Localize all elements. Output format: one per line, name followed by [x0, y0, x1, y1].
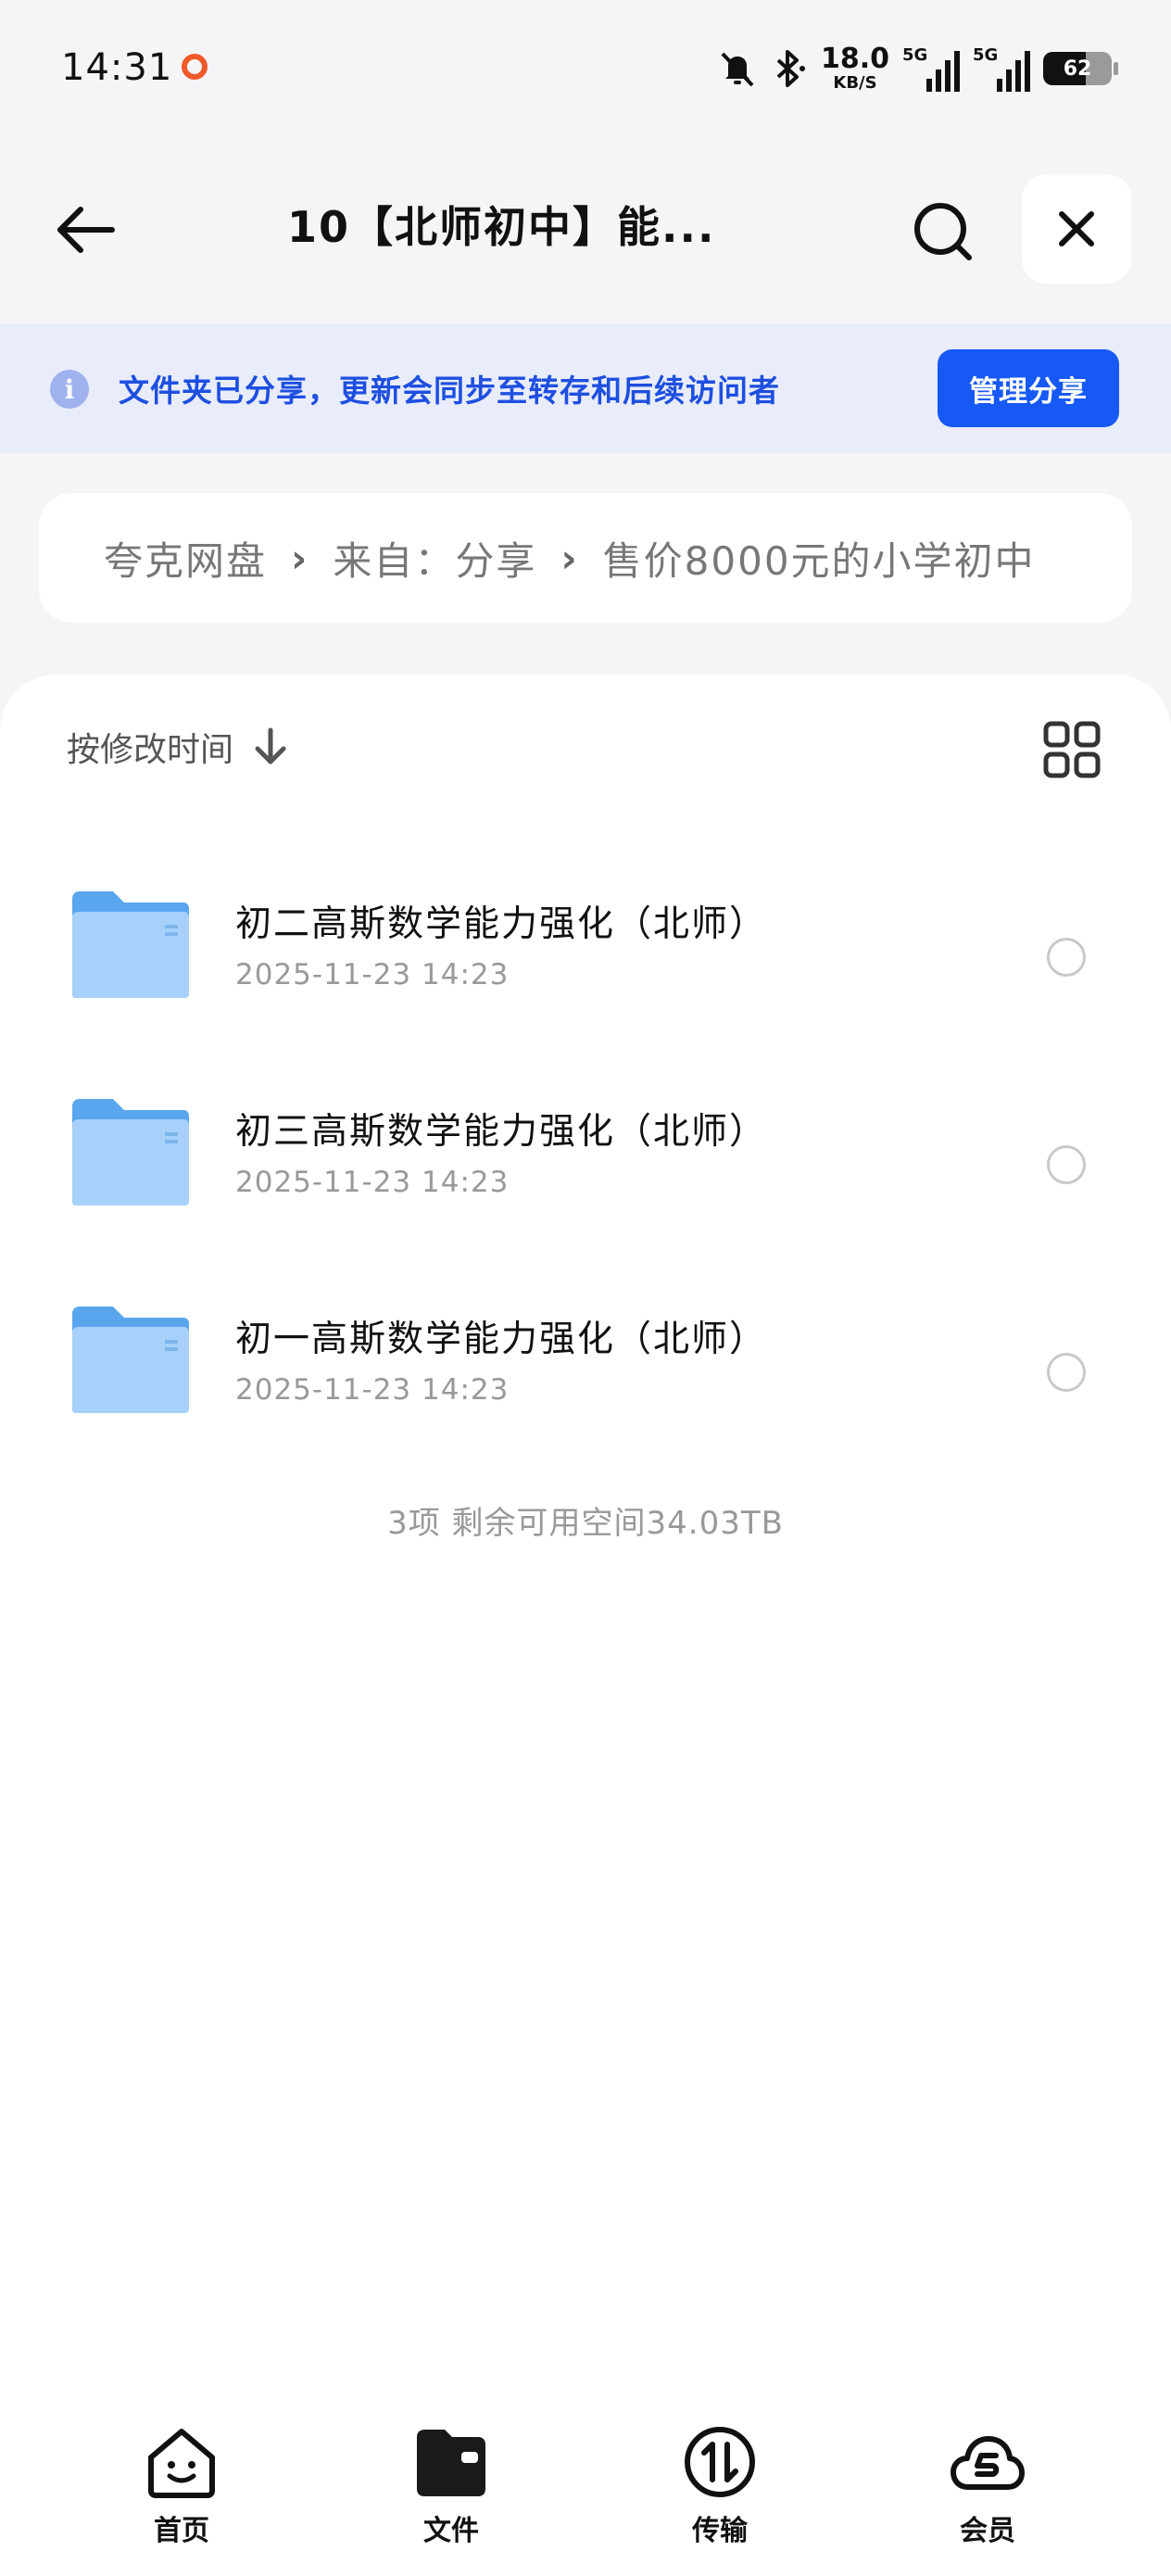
file-modified-time: 2025-11-23 14:23: [235, 1373, 510, 1407]
info-icon: i: [50, 370, 89, 409]
breadcrumb-item-root[interactable]: 夸克网盘: [104, 530, 267, 587]
manage-share-button[interactable]: 管理分享: [938, 349, 1119, 427]
nav-label: 会员: [960, 2515, 1015, 2547]
file-name: 初一高斯数学能力强化（北师）: [235, 1319, 768, 1360]
nav-label: 传输: [692, 2515, 748, 2547]
share-info-message: 文件夹已分享，更新会同步至转存和后续访问者: [119, 373, 780, 409]
bottom-nav: 首页 文件 传输 会员: [0, 2400, 1171, 2576]
nav-item-transfer[interactable]: 传输: [646, 2424, 794, 2563]
nav-item-home[interactable]: 首页: [107, 2424, 256, 2563]
battery-icon: 62: [1043, 52, 1118, 85]
search-icon: [914, 203, 972, 260]
storage-summary: 3项 剩余可用空间34.03TB: [387, 1505, 784, 1542]
top-bar: 10【北师初中】能...: [0, 167, 1171, 287]
folder-icon: [72, 1307, 189, 1413]
back-button[interactable]: [48, 193, 122, 267]
grid-view-button[interactable]: [1043, 721, 1101, 778]
files-folder-icon: [417, 2430, 485, 2496]
file-row[interactable]: 初一高斯数学能力强化（北师） 2025-11-23 14:23: [0, 1262, 1171, 1438]
file-list-panel: 按修改时间 初二高斯数学能力强化（北师） 2025-11-23 14:23 初三…: [0, 675, 1171, 2576]
file-row[interactable]: 初三高斯数学能力强化（北师） 2025-11-23 14:23: [0, 1054, 1171, 1231]
breadcrumb-item-share[interactable]: 来自：分享: [333, 530, 536, 587]
status-icons: 18.0 KB/S 5G 5G 62: [717, 43, 1118, 95]
recording-indicator-icon: [182, 54, 208, 80]
file-name: 初三高斯数学能力强化（北师）: [235, 1111, 768, 1153]
sort-label: 按修改时间: [67, 731, 234, 769]
net-speed-unit: KB/S: [833, 73, 877, 93]
file-row[interactable]: 初二高斯数学能力强化（北师） 2025-11-23 14:23: [0, 847, 1171, 1023]
nav-item-vip[interactable]: 会员: [913, 2424, 1062, 2563]
status-time: 14:31: [61, 46, 173, 89]
sort-control[interactable]: 按修改时间: [67, 723, 289, 771]
page-title: 10【北师初中】能...: [287, 202, 716, 252]
select-checkbox[interactable]: [1047, 1353, 1086, 1392]
net-speed: 18.0 KB/S: [821, 45, 889, 92]
nav-item-files[interactable]: 文件: [377, 2424, 525, 2563]
close-icon: [1059, 211, 1094, 246]
home-face-icon: [148, 2429, 215, 2498]
mute-bell-icon: [721, 52, 754, 87]
vip-cloud-icon: [951, 2436, 1025, 2490]
sim2-type: 5G: [973, 45, 999, 65]
select-checkbox[interactable]: [1047, 938, 1086, 977]
file-modified-time: 2025-11-23 14:23: [235, 958, 510, 991]
search-button[interactable]: [906, 195, 980, 269]
signal-sim1-icon: 5G: [902, 45, 960, 92]
file-modified-time: 2025-11-23 14:23: [235, 1166, 510, 1199]
select-checkbox[interactable]: [1047, 1145, 1086, 1184]
battery-level: 62: [1063, 57, 1092, 81]
folder-icon: [72, 1099, 189, 1206]
breadcrumb-separator: ›: [560, 535, 579, 581]
net-speed-value: 18.0: [820, 43, 889, 75]
close-button[interactable]: [1022, 174, 1131, 284]
grid-view-icon: [1043, 721, 1101, 778]
folder-icon: [72, 891, 189, 998]
transfer-icon: [685, 2427, 755, 2497]
breadcrumb-item-current[interactable]: 售价8000元的小学初中: [603, 530, 1036, 587]
file-name: 初二高斯数学能力强化（北师）: [235, 903, 768, 945]
breadcrumb: 夸克网盘 › 来自：分享 › 售价8000元的小学初中: [39, 493, 1132, 623]
sim1-type: 5G: [902, 45, 928, 65]
signal-sim2-icon: 5G: [973, 45, 1030, 92]
arrow-left-icon: [57, 207, 115, 253]
status-bar: 14:31 18.0 KB/S 5G 5G 62: [0, 0, 1171, 139]
share-info-banner: i 文件夹已分享，更新会同步至转存和后续访问者 管理分享: [0, 323, 1171, 453]
nav-label: 文件: [423, 2515, 479, 2547]
nav-label: 首页: [154, 2515, 209, 2547]
arrow-down-icon: [255, 727, 286, 764]
bluetooth-icon: [776, 50, 805, 87]
breadcrumb-separator: ›: [291, 535, 309, 581]
